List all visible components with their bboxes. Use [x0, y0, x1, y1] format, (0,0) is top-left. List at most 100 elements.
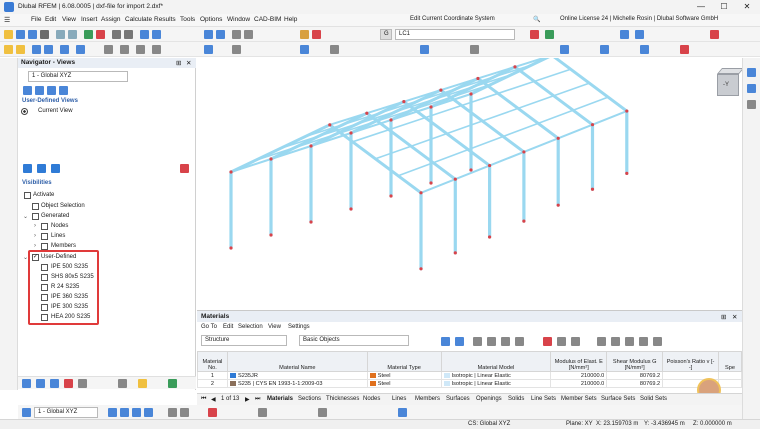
node-point[interactable]	[269, 157, 273, 161]
menu-assign[interactable]: Assign	[101, 16, 121, 23]
model-viewport[interactable]: -Y	[197, 53, 745, 310]
member-line[interactable]	[397, 161, 434, 177]
front-view-icon[interactable]	[600, 45, 609, 54]
member-line[interactable]	[420, 178, 457, 194]
node-point[interactable]	[453, 177, 457, 181]
tab-thicknesses[interactable]: Thicknesses	[326, 396, 359, 402]
member-line[interactable]	[591, 110, 628, 126]
tab-nodes[interactable]: Nodes	[363, 396, 380, 402]
tab-sections[interactable]: Sections	[298, 396, 321, 402]
snap-icon[interactable]	[244, 30, 253, 39]
node-point[interactable]	[269, 233, 273, 237]
materials-close-icon[interactable]: ✕	[732, 313, 737, 321]
member-line[interactable]	[410, 132, 448, 148]
support-icon[interactable]	[312, 30, 321, 39]
node-point[interactable]	[590, 187, 595, 191]
render-icon[interactable]	[216, 30, 225, 39]
open-file-icon[interactable]	[16, 30, 25, 39]
side-tool-2-icon[interactable]	[747, 84, 756, 93]
table-tool-3-icon[interactable]	[473, 337, 482, 346]
member-line[interactable]	[432, 148, 469, 164]
next-page-icon[interactable]: ▶	[245, 396, 250, 403]
display-icon[interactable]	[204, 30, 213, 39]
menu-options[interactable]: Options	[200, 16, 222, 23]
bottom-tool-10-icon[interactable]	[398, 408, 407, 417]
members-expand-icon[interactable]: ›	[34, 243, 36, 249]
minimize-button[interactable]: —	[690, 1, 712, 13]
table-tool-5-icon[interactable]	[501, 337, 510, 346]
nav-folder-icon[interactable]	[138, 379, 147, 388]
save-icon[interactable]	[28, 30, 37, 39]
node-point[interactable]	[439, 88, 443, 92]
search-icon[interactable]: 🔍	[533, 16, 540, 23]
tab-openings[interactable]: Openings	[476, 396, 502, 402]
node-point[interactable]	[522, 150, 526, 154]
member-line[interactable]	[537, 109, 574, 125]
bottom-tool-5-icon[interactable]	[168, 408, 177, 417]
nav-check-icon[interactable]	[168, 379, 177, 388]
basic-objects-select[interactable]: Basic Objects	[299, 335, 409, 346]
undo-icon[interactable]	[56, 30, 65, 39]
export-icon[interactable]	[635, 30, 644, 39]
visibility-icon[interactable]	[420, 45, 429, 54]
section-checkbox-3[interactable]	[41, 284, 48, 291]
node-point[interactable]	[365, 111, 369, 115]
member-line[interactable]	[517, 94, 555, 110]
table-tool-2-icon[interactable]	[455, 337, 464, 346]
table-tool-9-icon[interactable]	[571, 337, 580, 346]
node-point[interactable]	[476, 76, 480, 81]
view-select[interactable]: 1 - Global XYZ	[28, 71, 128, 82]
node-point[interactable]	[513, 65, 517, 69]
move-icon[interactable]	[104, 45, 113, 54]
generated-expand-icon[interactable]: ⌄	[23, 213, 28, 220]
member-line[interactable]	[497, 80, 536, 95]
copy-icon[interactable]	[120, 45, 129, 54]
section-checkbox-1[interactable]	[41, 264, 48, 271]
node-point[interactable]	[556, 203, 560, 207]
materials-menu-view[interactable]: View	[268, 324, 281, 330]
bottom-tool-8-icon[interactable]	[258, 408, 267, 417]
node-point[interactable]	[328, 123, 332, 127]
member-icon[interactable]	[60, 45, 69, 54]
mirror-icon[interactable]	[152, 45, 161, 54]
node-point[interactable]	[625, 171, 629, 175]
measure-icon[interactable]	[232, 45, 241, 54]
table-tool-4-icon[interactable]	[487, 337, 496, 346]
line-icon[interactable]	[44, 45, 53, 54]
node-point[interactable]	[229, 246, 233, 250]
tab-members[interactable]: Members	[415, 396, 440, 402]
first-page-icon[interactable]: ⏮	[201, 396, 206, 403]
check-icon[interactable]	[545, 30, 554, 39]
node-point[interactable]	[429, 181, 433, 185]
node-point[interactable]	[453, 251, 457, 255]
node-point[interactable]	[556, 136, 560, 140]
nav-settings-icon[interactable]	[78, 379, 87, 388]
results-icon[interactable]	[96, 30, 105, 39]
camera-delete-icon[interactable]	[180, 164, 189, 173]
load-icon[interactable]	[530, 30, 539, 39]
node-point[interactable]	[389, 194, 393, 198]
node-point[interactable]	[488, 235, 492, 239]
tab-member-sets[interactable]: Member Sets	[561, 396, 597, 402]
tab-surfaces[interactable]: Surfaces	[446, 396, 470, 402]
bottom-tool-4-icon[interactable]	[144, 408, 153, 417]
last-page-icon[interactable]: ⏭	[255, 396, 260, 403]
nav-views-icon[interactable]	[50, 379, 59, 388]
node-point[interactable]	[402, 100, 406, 104]
row-2-model-cell[interactable]: Isotropic | Linear Elastic	[440, 379, 552, 388]
node-point[interactable]	[389, 118, 393, 122]
prev-page-icon[interactable]: ◀	[211, 396, 216, 403]
row-1-type-cell[interactable]: Steel	[366, 371, 442, 380]
node-point[interactable]	[419, 267, 423, 271]
redo-icon[interactable]	[68, 30, 77, 39]
workplane-icon[interactable]	[300, 45, 309, 54]
member-line[interactable]	[445, 120, 484, 135]
row-2-e[interactable]: 210000.0	[550, 379, 608, 388]
nodes-expand-icon[interactable]: ›	[34, 223, 36, 229]
menu-results[interactable]: Results	[154, 16, 176, 23]
nav-data-icon[interactable]	[22, 379, 31, 388]
report-icon[interactable]	[620, 30, 629, 39]
row-1-specific[interactable]	[717, 371, 743, 380]
row-1-model-cell[interactable]: Isotropic | Linear Elastic	[440, 371, 552, 380]
table-tool-6-icon[interactable]	[515, 337, 524, 346]
